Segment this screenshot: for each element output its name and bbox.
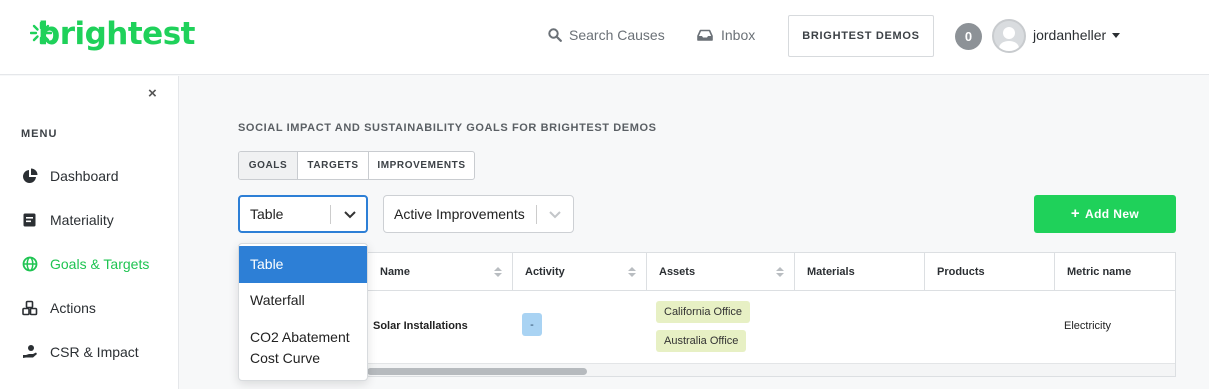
improvements-filter-value: Active Improvements — [394, 206, 525, 222]
top-header: brightest Search Causes Inbox BRIGHTEST … — [0, 0, 1209, 75]
column-header-activity[interactable]: Activity — [512, 253, 646, 291]
sort-icon — [628, 267, 636, 277]
dropdown-option-waterfall[interactable]: Waterfall — [239, 290, 367, 311]
tab-improvements[interactable]: IMPROVEMENTS — [369, 152, 474, 179]
globe-icon — [22, 256, 38, 272]
asset-chip[interactable]: Australia Office — [656, 330, 747, 352]
improvements-filter-select[interactable]: Active Improvements — [383, 195, 574, 233]
square-list-icon — [23, 213, 36, 227]
close-sidebar-button[interactable]: × — [148, 85, 157, 102]
brand-logo[interactable]: brightest — [38, 16, 195, 52]
sidebar-item-label: Goals & Targets — [50, 256, 150, 272]
sidebar-item-materiality[interactable]: Materiality — [22, 212, 114, 228]
view-mode-dropdown-menu: Table Waterfall CO2 Abatement Cost Curve — [238, 243, 368, 381]
activity-chip[interactable]: - — [522, 313, 542, 336]
sidebar-item-label: Materiality — [50, 212, 114, 228]
inbox-link[interactable]: Inbox — [697, 27, 755, 43]
search-causes-link[interactable]: Search Causes — [548, 27, 665, 43]
asset-chip[interactable]: California Office — [656, 301, 751, 323]
dropdown-option-line: CO2 Abatement — [250, 329, 350, 345]
user-silhouette-icon — [999, 27, 1019, 51]
sidebar-item-csr-impact[interactable]: CSR & Impact — [22, 344, 139, 360]
select-separator — [330, 205, 331, 224]
column-header-materials[interactable]: Materials — [794, 253, 924, 291]
tab-targets[interactable]: TARGETS — [298, 152, 369, 179]
column-header-name[interactable]: Name — [367, 253, 512, 291]
sort-icon — [776, 267, 784, 277]
sort-icon — [494, 267, 502, 277]
column-header-assets[interactable]: Assets — [646, 253, 794, 291]
hand-holding-icon — [23, 345, 37, 358]
metric-name-cell: Electricity — [1064, 320, 1112, 332]
search-causes-label: Search Causes — [569, 27, 665, 43]
sidebar-item-actions[interactable]: Actions — [22, 300, 96, 316]
sidebar: × MENU Dashboard Materiality Goals & Tar… — [0, 76, 179, 389]
user-avatar[interactable] — [992, 19, 1026, 53]
pie-chart-icon — [23, 168, 38, 183]
search-icon — [548, 28, 562, 42]
sidebar-item-label: Dashboard — [50, 168, 119, 184]
inbox-label: Inbox — [721, 27, 756, 43]
scrollbar-thumb[interactable] — [367, 368, 587, 375]
column-header-metric-name[interactable]: Metric name — [1054, 253, 1175, 291]
dropdown-option-co2-abatement[interactable]: CO2 Abatement Cost Curve — [239, 327, 367, 369]
sidebar-item-label: Actions — [50, 300, 96, 316]
dropdown-option-table[interactable]: Table — [239, 246, 367, 283]
plus-icon: + — [1070, 205, 1081, 222]
view-mode-select[interactable]: Table — [238, 195, 368, 233]
select-separator — [536, 205, 537, 224]
user-menu[interactable]: jordanheller — [1033, 27, 1121, 43]
brightest-demos-button[interactable]: BRIGHTEST DEMOS — [788, 15, 934, 57]
tab-goals[interactable]: GOALS — [239, 152, 298, 179]
goals-table: Name Activity Assets Materials Products … — [238, 252, 1176, 377]
table-header-row: Name Activity Assets Materials Products … — [239, 253, 1175, 291]
add-new-button[interactable]: + Add New — [1034, 195, 1176, 233]
sidebar-item-dashboard[interactable]: Dashboard — [22, 168, 119, 184]
dropdown-option-line: Cost Curve — [250, 350, 321, 366]
inbox-icon — [697, 29, 713, 41]
menu-heading: MENU — [21, 128, 58, 140]
column-header-products[interactable]: Products — [924, 253, 1054, 291]
goal-tabs: GOALS TARGETS IMPROVEMENTS — [238, 151, 475, 180]
cubes-icon — [22, 300, 38, 316]
username-label: jordanheller — [1033, 27, 1107, 43]
caret-down-icon — [1112, 32, 1121, 38]
sidebar-item-label: CSR & Impact — [50, 344, 139, 360]
page-title: SOCIAL IMPACT AND SUSTAINABILITY GOALS F… — [238, 122, 657, 134]
chevron-down-icon — [549, 211, 561, 219]
chevron-down-icon — [344, 211, 356, 219]
view-mode-value: Table — [250, 206, 284, 222]
horizontal-scrollbar[interactable] — [239, 363, 1175, 376]
notification-count-badge[interactable]: 0 — [955, 23, 982, 50]
sidebar-item-goals-targets[interactable]: Goals & Targets — [22, 256, 149, 272]
goal-name-cell[interactable]: Solar Installations — [373, 320, 468, 332]
add-new-label: Add New — [1085, 207, 1140, 221]
